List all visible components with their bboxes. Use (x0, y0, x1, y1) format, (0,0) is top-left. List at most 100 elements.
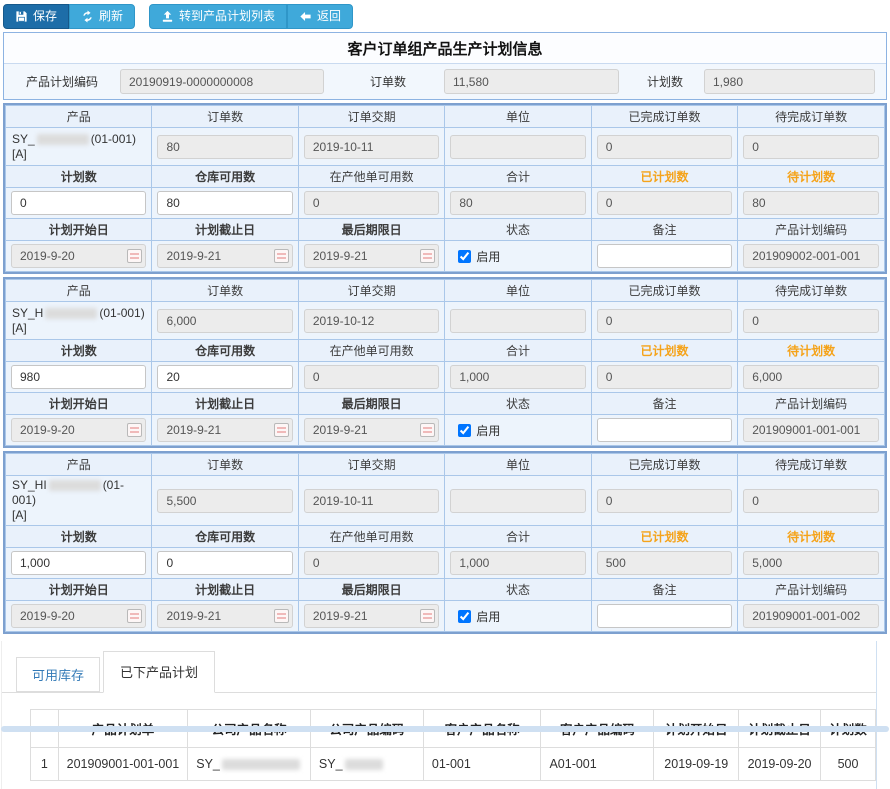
tab-bar: 可用库存 已下产品计划 (2, 641, 876, 693)
calendar-icon[interactable] (274, 249, 289, 263)
status-header: 状态 (445, 393, 591, 415)
to-plan-qty-value (743, 551, 879, 575)
upload-icon (161, 10, 174, 23)
completed-orders-header: 已完成订单数 (591, 106, 737, 128)
to-plan-qty-header: 待计划数 (738, 166, 885, 188)
enabled-checkbox[interactable] (458, 250, 471, 263)
deadline-input[interactable] (304, 604, 439, 628)
tab-placed-product-plans[interactable]: 已下产品计划 (103, 651, 215, 693)
plan-start-input[interactable] (11, 418, 146, 442)
plan-code-header: 产品计划编码 (738, 393, 885, 415)
plan-start-header: 计划开始日 (6, 219, 152, 241)
status-header: 状态 (445, 579, 591, 601)
calendar-icon[interactable] (274, 609, 289, 623)
row-number-cell: 1 (31, 748, 59, 781)
status-header: 状态 (445, 219, 591, 241)
redacted-product-name (49, 480, 101, 491)
warehouse-avail-header: 仓库可用数 (152, 166, 298, 188)
save-button[interactable]: 保存 (3, 4, 69, 29)
enabled-checkbox-label: 启用 (450, 608, 585, 625)
warehouse-avail-input[interactable] (157, 365, 292, 389)
calendar-icon[interactable] (420, 609, 435, 623)
remark-input[interactable] (597, 244, 732, 268)
plan-block: 产品 订单数 订单交期 单位 已完成订单数 待完成订单数 SY_H(01-001… (3, 277, 887, 448)
plan-qty-input[interactable] (11, 191, 146, 215)
calendar-icon[interactable] (420, 249, 435, 263)
pending-orders-value (743, 135, 879, 159)
customer-product-name-cell: 01-001 (423, 748, 541, 781)
other-order-avail-header: 在产他单可用数 (298, 340, 444, 362)
order-qty-header: 订单数 (152, 280, 298, 302)
save-button-label: 保存 (33, 10, 57, 23)
plan-code-header: 产品计划编码 (738, 219, 885, 241)
plan-qty-field (704, 69, 875, 94)
redacted-product-name (45, 308, 97, 319)
remark-input[interactable] (597, 418, 732, 442)
product-name-cell: SY_(01-001) [A] (6, 128, 152, 166)
completed-orders-value (597, 489, 732, 513)
bottom-panel: 可用库存 已下产品计划 产品计划单 公司产品名称 公司产品编码 客户产品名称 客… (1, 641, 877, 789)
other-order-avail-value (304, 551, 439, 575)
planned-qty-header: 已计划数 (591, 340, 737, 362)
unit-header: 单位 (445, 280, 591, 302)
warehouse-avail-input[interactable] (157, 551, 292, 575)
unit-value (450, 489, 585, 513)
order-due-header: 订单交期 (298, 280, 444, 302)
total-header: 合计 (445, 526, 591, 548)
enabled-checkbox[interactable] (458, 424, 471, 437)
order-group-info-panel: 客户订单组产品生产计划信息 产品计划编码 订单数 计划数 (3, 32, 887, 100)
company-product-name-cell: SY_ (188, 748, 311, 781)
deadline-input[interactable] (304, 418, 439, 442)
plan-code-value (743, 244, 879, 268)
pending-orders-header: 待完成订单数 (738, 106, 885, 128)
plan-end-input[interactable] (157, 604, 292, 628)
refresh-button[interactable]: 刷新 (69, 4, 135, 29)
toolbar: 保存 刷新 转到产品计划列表 返回 (0, 0, 890, 32)
table-row[interactable]: 1 201909001-001-001 SY_ SY_ 01-001 A01-0… (31, 748, 876, 781)
plan-block: 产品 订单数 订单交期 单位 已完成订单数 待完成订单数 SY_(01-001)… (3, 103, 887, 274)
plan-end-input[interactable] (157, 244, 292, 268)
calendar-icon[interactable] (274, 423, 289, 437)
tab-available-inventory[interactable]: 可用库存 (16, 657, 100, 692)
plan-start-input[interactable] (11, 604, 146, 628)
back-button[interactable]: 返回 (287, 4, 353, 29)
order-due-value (304, 135, 439, 159)
pending-orders-value (743, 489, 879, 513)
completed-orders-value (597, 309, 732, 333)
plan-code-value (743, 604, 879, 628)
bottom-scrollbar-track[interactable] (1, 726, 889, 732)
refresh-icon (81, 10, 94, 23)
enabled-checkbox[interactable] (458, 610, 471, 623)
calendar-icon[interactable] (127, 249, 142, 263)
deadline-input[interactable] (304, 244, 439, 268)
calendar-icon[interactable] (127, 423, 142, 437)
calendar-icon[interactable] (127, 609, 142, 623)
warehouse-avail-input[interactable] (157, 191, 292, 215)
to-plan-qty-header: 待计划数 (738, 526, 885, 548)
to-plan-qty-value (743, 191, 879, 215)
plan-start-header: 计划开始日 (6, 579, 152, 601)
unit-value (450, 309, 585, 333)
plan-start-input[interactable] (11, 244, 146, 268)
plan-end-input[interactable] (157, 418, 292, 442)
deadline-header: 最后期限日 (298, 219, 444, 241)
plan-qty-input[interactable] (11, 365, 146, 389)
calendar-icon[interactable] (420, 423, 435, 437)
refresh-button-label: 刷新 (99, 10, 123, 23)
placed-plans-table: 产品计划单 公司产品名称 公司产品编码 客户产品名称 客户产品编码 计划开始日 … (30, 709, 876, 781)
pending-orders-header: 待完成订单数 (738, 280, 885, 302)
remark-input[interactable] (597, 604, 732, 628)
customer-product-code-cell: A01-001 (541, 748, 654, 781)
order-qty-header: 订单数 (152, 106, 298, 128)
plan-code-label: 产品计划编码 (4, 73, 120, 90)
plan-end-cell: 2019-09-20 (739, 748, 821, 781)
order-qty-label: 订单数 (332, 73, 444, 90)
other-order-avail-value (304, 191, 439, 215)
plan-blocks-container: 产品 订单数 订单交期 单位 已完成订单数 待完成订单数 SY_(01-001)… (0, 103, 890, 634)
total-value (450, 551, 585, 575)
planned-qty-header: 已计划数 (591, 526, 737, 548)
plan-qty-input[interactable] (11, 551, 146, 575)
goto-plan-list-button[interactable]: 转到产品计划列表 (149, 4, 287, 29)
order-qty-value (157, 309, 292, 333)
product-header: 产品 (6, 106, 152, 128)
